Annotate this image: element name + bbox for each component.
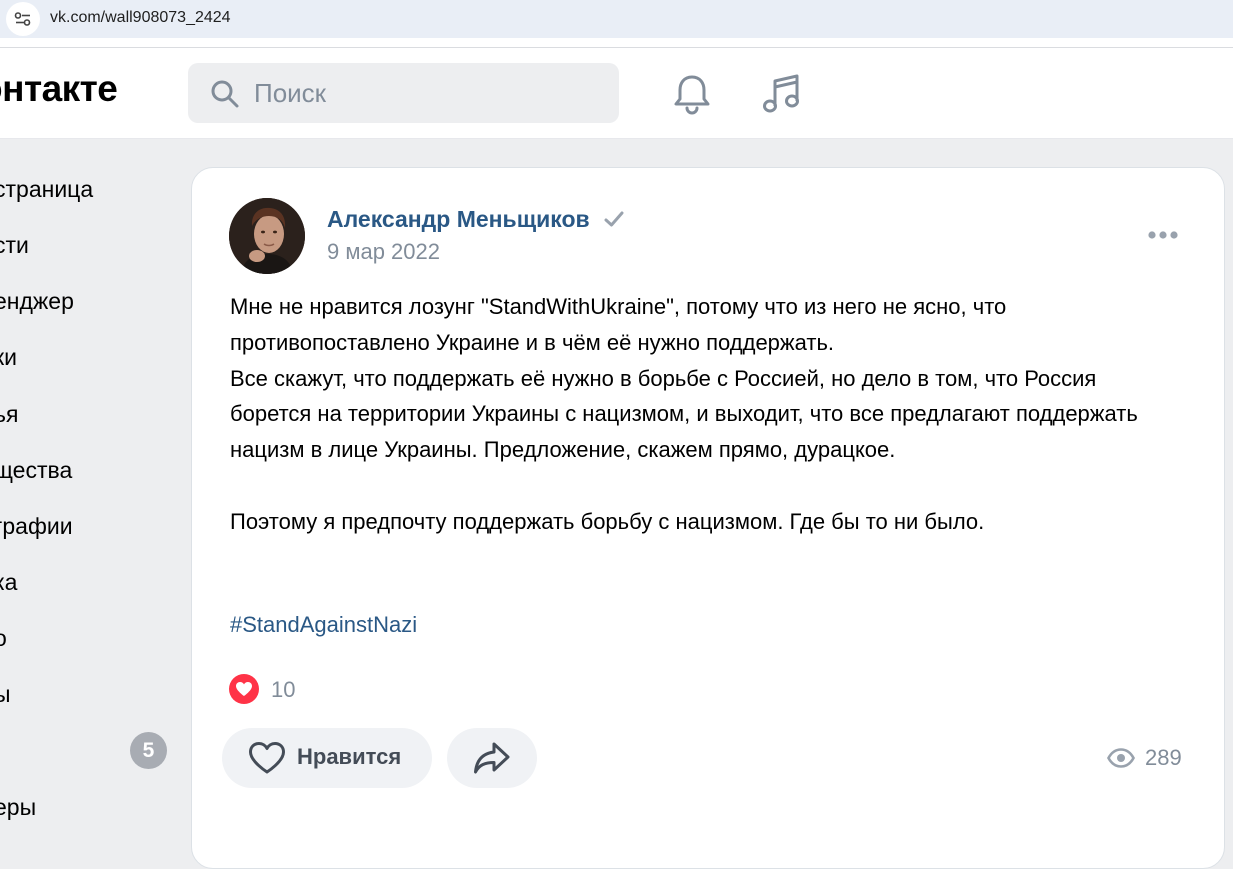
sidebar-item-label: ы (0, 681, 11, 707)
search-input[interactable] (254, 63, 604, 123)
sidebar-item-my-page[interactable]: страница (0, 176, 93, 203)
share-arrow-icon (474, 742, 510, 774)
sidebar-count-badge: 5 (130, 732, 167, 769)
reactions-count[interactable]: 10 (271, 677, 295, 703)
share-button[interactable] (447, 728, 537, 788)
verified-check-icon (604, 211, 624, 227)
post-paragraph: Поэтому я предпочту поддержать борьбу с … (230, 508, 985, 534)
site-logo[interactable]: онтакте (0, 68, 118, 110)
sidebar-item-video[interactable]: о (0, 625, 7, 652)
avatar[interactable] (229, 198, 305, 274)
more-options-icon[interactable] (1147, 228, 1179, 242)
search-icon (211, 80, 239, 108)
post-date[interactable]: 9 мар 2022 (327, 239, 440, 265)
sidebar-item-communities[interactable]: щества (0, 457, 72, 484)
reaction-heart-icon[interactable] (229, 674, 259, 704)
sidebar-item-messenger[interactable]: енджер (0, 288, 74, 315)
sidebar-item-label: ья (0, 401, 19, 427)
bell-icon[interactable] (672, 73, 712, 115)
browser-address-bar: vk.com/wall908073_2424 (0, 0, 1233, 38)
sidebar-item-label: щества (0, 457, 73, 483)
music-note-icon[interactable] (761, 73, 801, 115)
site-header: онтакте (0, 48, 1233, 139)
sidebar-item-label: ки (0, 344, 17, 370)
post-text: Мне не нравится лозунг "StandWithUkraine… (230, 289, 1180, 540)
search-box[interactable] (188, 63, 619, 123)
sidebar-item-label: енджер (0, 288, 74, 314)
post-hashtag[interactable]: #StandAgainstNazi (230, 612, 417, 638)
site-settings-button[interactable] (6, 2, 40, 36)
like-label: Нравится (297, 744, 402, 769)
sidebar-item-music[interactable]: ка (0, 569, 17, 596)
eye-icon (1107, 748, 1135, 768)
post-paragraph: Все скажут, что поддержать её нужно в бо… (230, 365, 1138, 463)
like-button[interactable]: Нравится (222, 728, 432, 788)
sidebar-item-friends[interactable]: ья (0, 401, 18, 428)
heart-filled-icon (236, 682, 252, 696)
post-author[interactable]: Александр Меньщиков (327, 206, 590, 233)
sidebar-item-label: еры (0, 794, 37, 820)
views-count: 289 (1145, 745, 1182, 770)
sidebar-item-news[interactable]: сти (0, 232, 29, 259)
post-paragraph: Мне не нравится лозунг "StandWithUkraine… (230, 294, 1007, 355)
sidebar-item-label: страница (0, 176, 94, 202)
sidebar-item-label: ка (0, 569, 18, 595)
avatar-image (229, 198, 305, 274)
sidebar-item-photos[interactable]: графии (0, 513, 73, 540)
heart-outline-icon (249, 742, 285, 774)
url-field[interactable]: vk.com/wall908073_2424 (50, 9, 231, 27)
sidebar-item-label: сти (0, 232, 29, 258)
tune-icon (14, 12, 31, 26)
sidebar-item-clips[interactable]: ы (0, 681, 11, 708)
left-nav: страница сти енджер ки ья щества графии … (0, 140, 185, 830)
post-card: Александр Меньщиков 9 мар 2022 Мне не нр… (191, 167, 1225, 869)
sidebar-item-calls[interactable]: ки (0, 344, 17, 371)
sidebar-item-label: графии (0, 513, 73, 539)
sidebar-item-games[interactable]: еры (0, 794, 36, 821)
sidebar-item-label: о (0, 625, 7, 651)
